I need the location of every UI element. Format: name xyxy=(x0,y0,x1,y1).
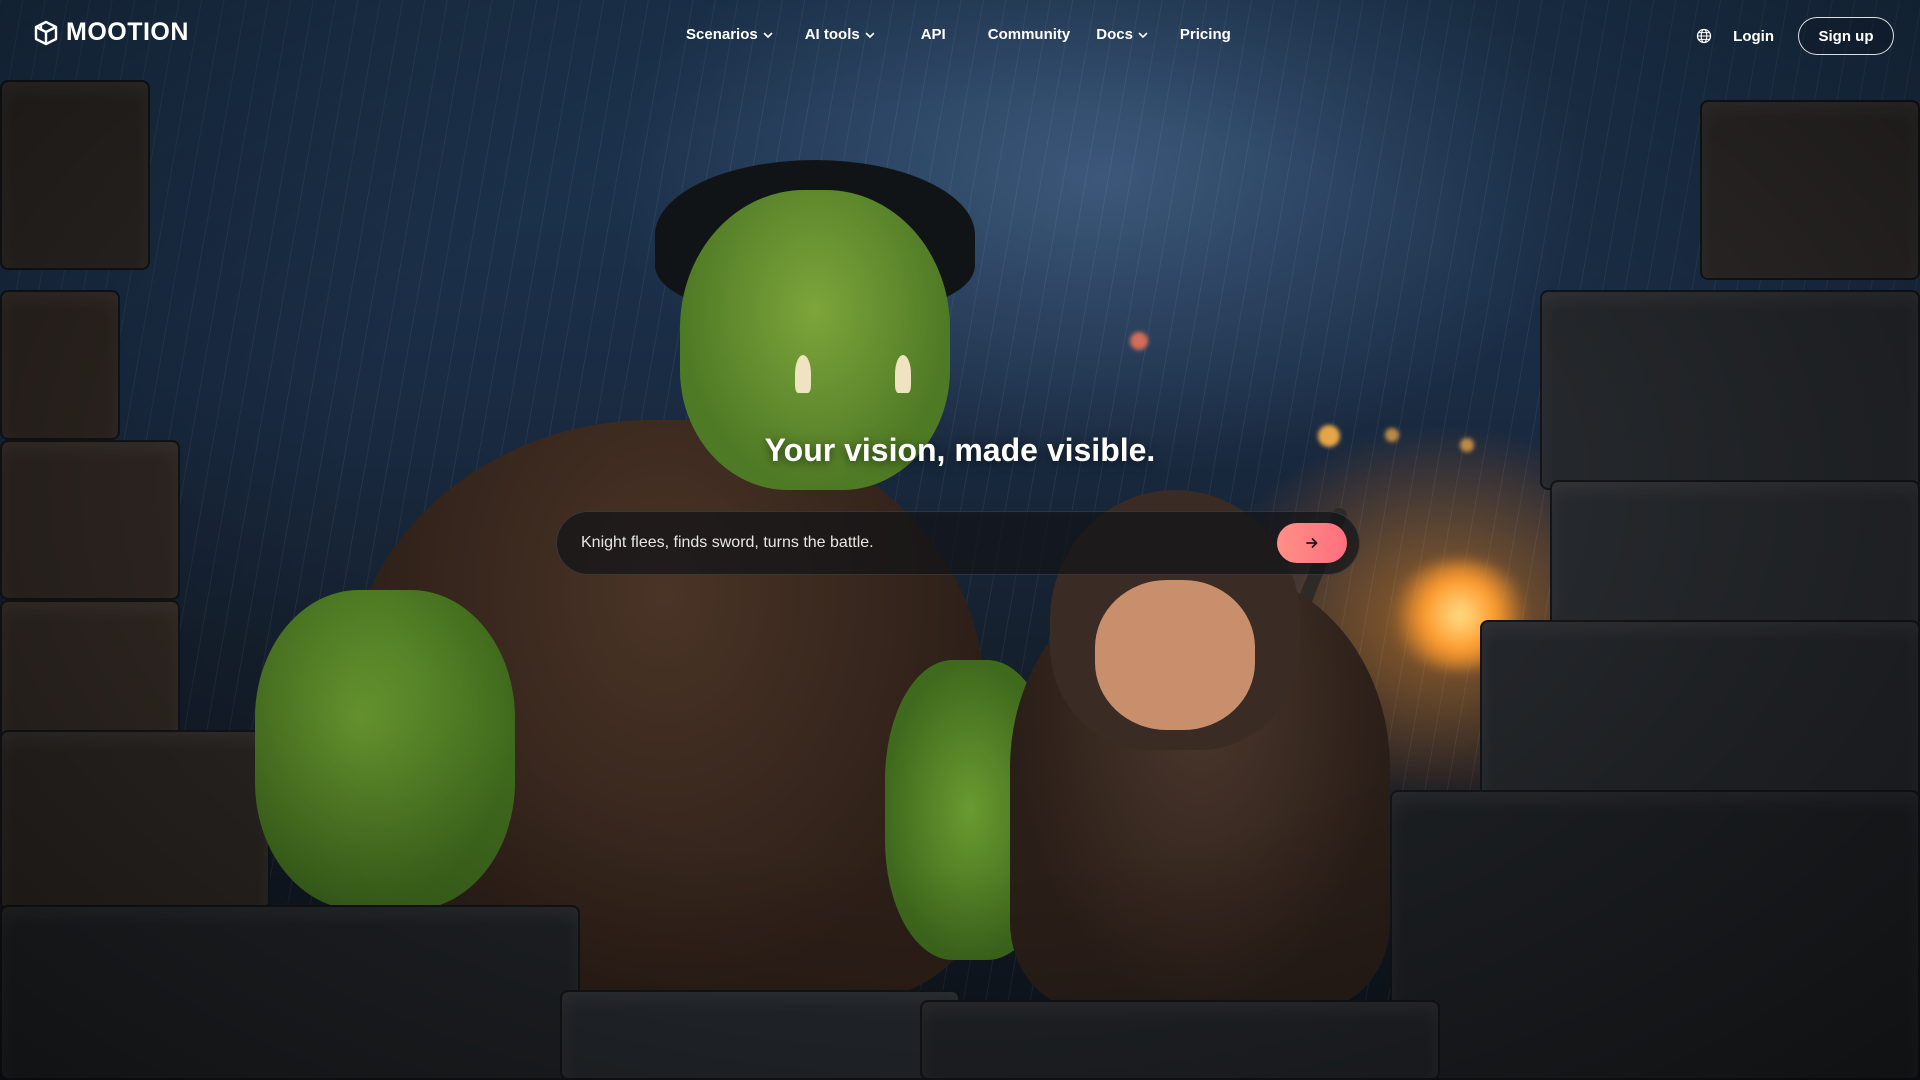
chevron-down-icon xyxy=(865,32,875,38)
globe-icon[interactable] xyxy=(1695,27,1713,45)
chevron-down-icon xyxy=(763,32,773,38)
nav-actions: Login Sign up xyxy=(1695,17,1894,55)
top-navigation: MOOTION Scenarios AI tools API Community… xyxy=(0,0,1920,72)
nav-item-ai-tools[interactable]: AI tools xyxy=(805,26,875,43)
brand-logo[interactable]: MOOTION xyxy=(32,18,189,47)
nav-item-scenarios[interactable]: Scenarios xyxy=(686,26,773,43)
nav-item-label: Community xyxy=(987,26,1071,43)
mootion-cube-icon xyxy=(34,20,58,45)
chevron-down-icon xyxy=(1138,32,1148,38)
nav-item-label: AI tools xyxy=(804,26,860,43)
submit-prompt-button[interactable] xyxy=(1277,523,1347,563)
nav-item-pricing[interactable]: Pricing xyxy=(1180,26,1231,43)
prompt-input[interactable]: Knight flees, finds sword, turns the bat… xyxy=(557,534,1277,552)
hero-headline: Your vision, made visible. xyxy=(764,432,1156,468)
nav-item-api[interactable]: API xyxy=(921,26,946,43)
nav-item-docs[interactable]: Docs xyxy=(1096,26,1148,43)
prompt-bar: Knight flees, finds sword, turns the bat… xyxy=(556,511,1360,575)
sign-up-button[interactable]: Sign up xyxy=(1798,17,1894,55)
nav-item-community[interactable]: Community xyxy=(988,26,1071,43)
brand-name: MOOTION xyxy=(66,18,189,46)
nav-item-label: Docs xyxy=(1096,26,1133,43)
nav-item-label: API xyxy=(920,26,946,43)
nav-item-label: Pricing xyxy=(1179,26,1231,43)
arrow-right-icon xyxy=(1306,538,1318,548)
main-menu: Scenarios AI tools API Community Docs Pr… xyxy=(686,26,1231,43)
nav-item-label: Scenarios xyxy=(686,26,758,43)
login-link[interactable]: Login xyxy=(1733,28,1774,45)
